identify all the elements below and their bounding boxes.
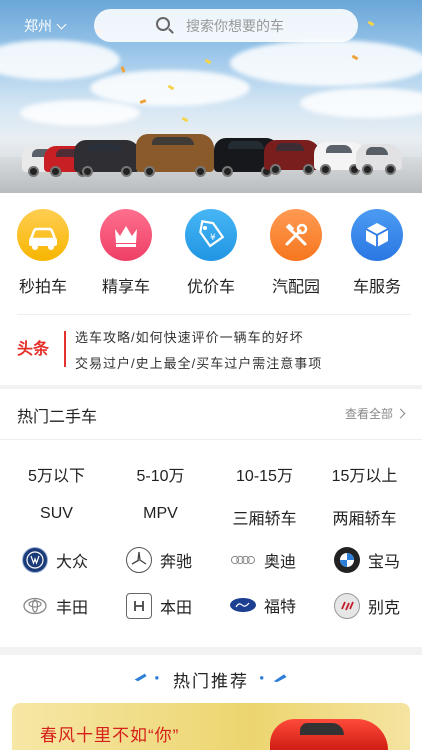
search-input[interactable]: 搜索你想要的车 xyxy=(94,9,358,42)
category-label: 秒拍车 xyxy=(18,279,67,296)
category-item-youjia[interactable]: ¥ 优价车 xyxy=(176,209,246,297)
brand-filter-bmw[interactable]: 宝马 xyxy=(334,547,400,573)
category-item-jingxiang[interactable]: 精享车 xyxy=(91,209,161,297)
hot-used-cars-section: 热门二手车 查看全部 5万以下 5-10万 10-15万 15万以上 SUV M… xyxy=(0,389,422,647)
recommend-section: 热门推荐 春风十里不如“你” xyxy=(0,655,422,750)
brand-label: 奥迪 xyxy=(264,554,297,571)
tools-icon xyxy=(270,209,322,261)
cloud-decoration xyxy=(20,100,140,126)
chevron-right-icon xyxy=(395,408,406,419)
confetti xyxy=(120,66,126,73)
toyota-logo-icon xyxy=(22,593,48,619)
red-sports-car-image xyxy=(270,719,388,750)
price-filter[interactable]: 15万以上 xyxy=(312,462,417,486)
mercedes-logo-icon xyxy=(126,547,152,573)
brand-label: 丰田 xyxy=(56,600,89,617)
price-filter[interactable]: 5-10万 xyxy=(108,462,213,486)
headline-item[interactable]: 选车攻略/如何快速评价一辆车的好坏 xyxy=(75,327,304,346)
category-label: 优价车 xyxy=(186,279,235,296)
brand-label: 大众 xyxy=(56,554,89,571)
category-label: 汽配园 xyxy=(271,279,320,296)
brand-label: 奔驰 xyxy=(160,554,193,571)
price-filter[interactable]: 5万以下 xyxy=(4,462,109,486)
brand-filter-mercedes[interactable]: 奔驰 xyxy=(126,547,192,573)
confetti xyxy=(367,20,375,27)
box-icon xyxy=(351,209,403,261)
ford-logo-icon xyxy=(230,598,256,612)
city-label: 郑州 xyxy=(24,18,52,34)
brand-label: 别克 xyxy=(368,600,401,617)
cloud-decoration xyxy=(230,40,422,86)
brand-filter-honda[interactable]: 本田 xyxy=(126,593,192,619)
brand-filter-audi[interactable]: 奥迪 xyxy=(230,547,296,573)
crown-icon xyxy=(100,209,152,261)
brand-filter-buick[interactable]: 别克 xyxy=(334,593,400,619)
section-title: 热门二手车 xyxy=(17,409,98,426)
buick-logo-icon xyxy=(334,593,360,619)
brand-filter-volkswagen[interactable]: 大众 xyxy=(22,547,88,573)
category-section: 秒拍车 精享车 ¥ 优价车 汽配园 车服务 头条 选车攻略/如何快速评价一辆车的… xyxy=(0,193,422,385)
brand-label: 本田 xyxy=(160,600,193,617)
search-placeholder: 搜索你想要的车 xyxy=(186,17,284,34)
brand-filter-ford[interactable]: 福特 xyxy=(230,593,296,617)
hero-banner[interactable]: 郑州 搜索你想要的车 xyxy=(0,0,422,193)
category-label: 精享车 xyxy=(101,279,150,296)
brand-label: 宝马 xyxy=(368,554,401,571)
brand-filter-toyota[interactable]: 丰田 xyxy=(22,593,88,619)
honda-logo-icon xyxy=(126,593,152,619)
brand-label: 福特 xyxy=(264,599,297,616)
section-title: 热门推荐 xyxy=(173,672,249,691)
volkswagen-logo-icon xyxy=(22,547,48,573)
svg-text:¥: ¥ xyxy=(210,233,216,243)
see-all-link[interactable]: 查看全部 xyxy=(344,405,406,422)
car-image xyxy=(136,134,214,177)
car-image xyxy=(74,140,140,177)
car-image xyxy=(356,144,402,175)
cloud-decoration xyxy=(300,88,422,118)
see-all-label: 查看全部 xyxy=(344,407,393,421)
city-selector[interactable]: 郑州 xyxy=(24,16,67,36)
banner-text: 春风十里不如“你” xyxy=(40,726,180,745)
bmw-logo-icon xyxy=(334,547,360,573)
divider xyxy=(0,439,422,440)
body-type-filter[interactable]: 三厢轿车 xyxy=(212,505,317,529)
search-icon xyxy=(156,17,170,31)
audi-logo-icon xyxy=(230,547,256,573)
confetti xyxy=(181,116,189,123)
chevron-down-icon xyxy=(56,19,67,29)
price-filter[interactable]: 10-15万 xyxy=(212,462,317,486)
headline-news[interactable]: 头条 选车攻略/如何快速评价一辆车的好坏 交易过户/史上最全/买车过户需注意事项 xyxy=(17,314,411,384)
category-item-qipei[interactable]: 汽配园 xyxy=(261,209,331,297)
tag-icon: ¥ xyxy=(185,209,237,261)
body-type-filter[interactable]: SUV xyxy=(4,505,109,523)
body-type-filter[interactable]: MPV xyxy=(108,505,213,523)
category-item-miaopai[interactable]: 秒拍车 xyxy=(8,209,78,297)
car-icon xyxy=(17,209,69,261)
headline-tag: 头条 xyxy=(17,341,50,358)
headline-divider xyxy=(64,331,66,367)
cloud-decoration xyxy=(0,40,120,80)
category-item-service[interactable]: 车服务 xyxy=(342,209,412,297)
body-type-filter[interactable]: 两厢轿车 xyxy=(312,505,417,529)
recommend-banner[interactable]: 春风十里不如“你” xyxy=(12,703,410,750)
car-image xyxy=(264,140,320,175)
decor-right-icon xyxy=(260,674,287,683)
confetti xyxy=(204,58,212,65)
headline-item[interactable]: 交易过户/史上最全/买车过户需注意事项 xyxy=(75,353,322,372)
category-label: 车服务 xyxy=(352,279,401,296)
